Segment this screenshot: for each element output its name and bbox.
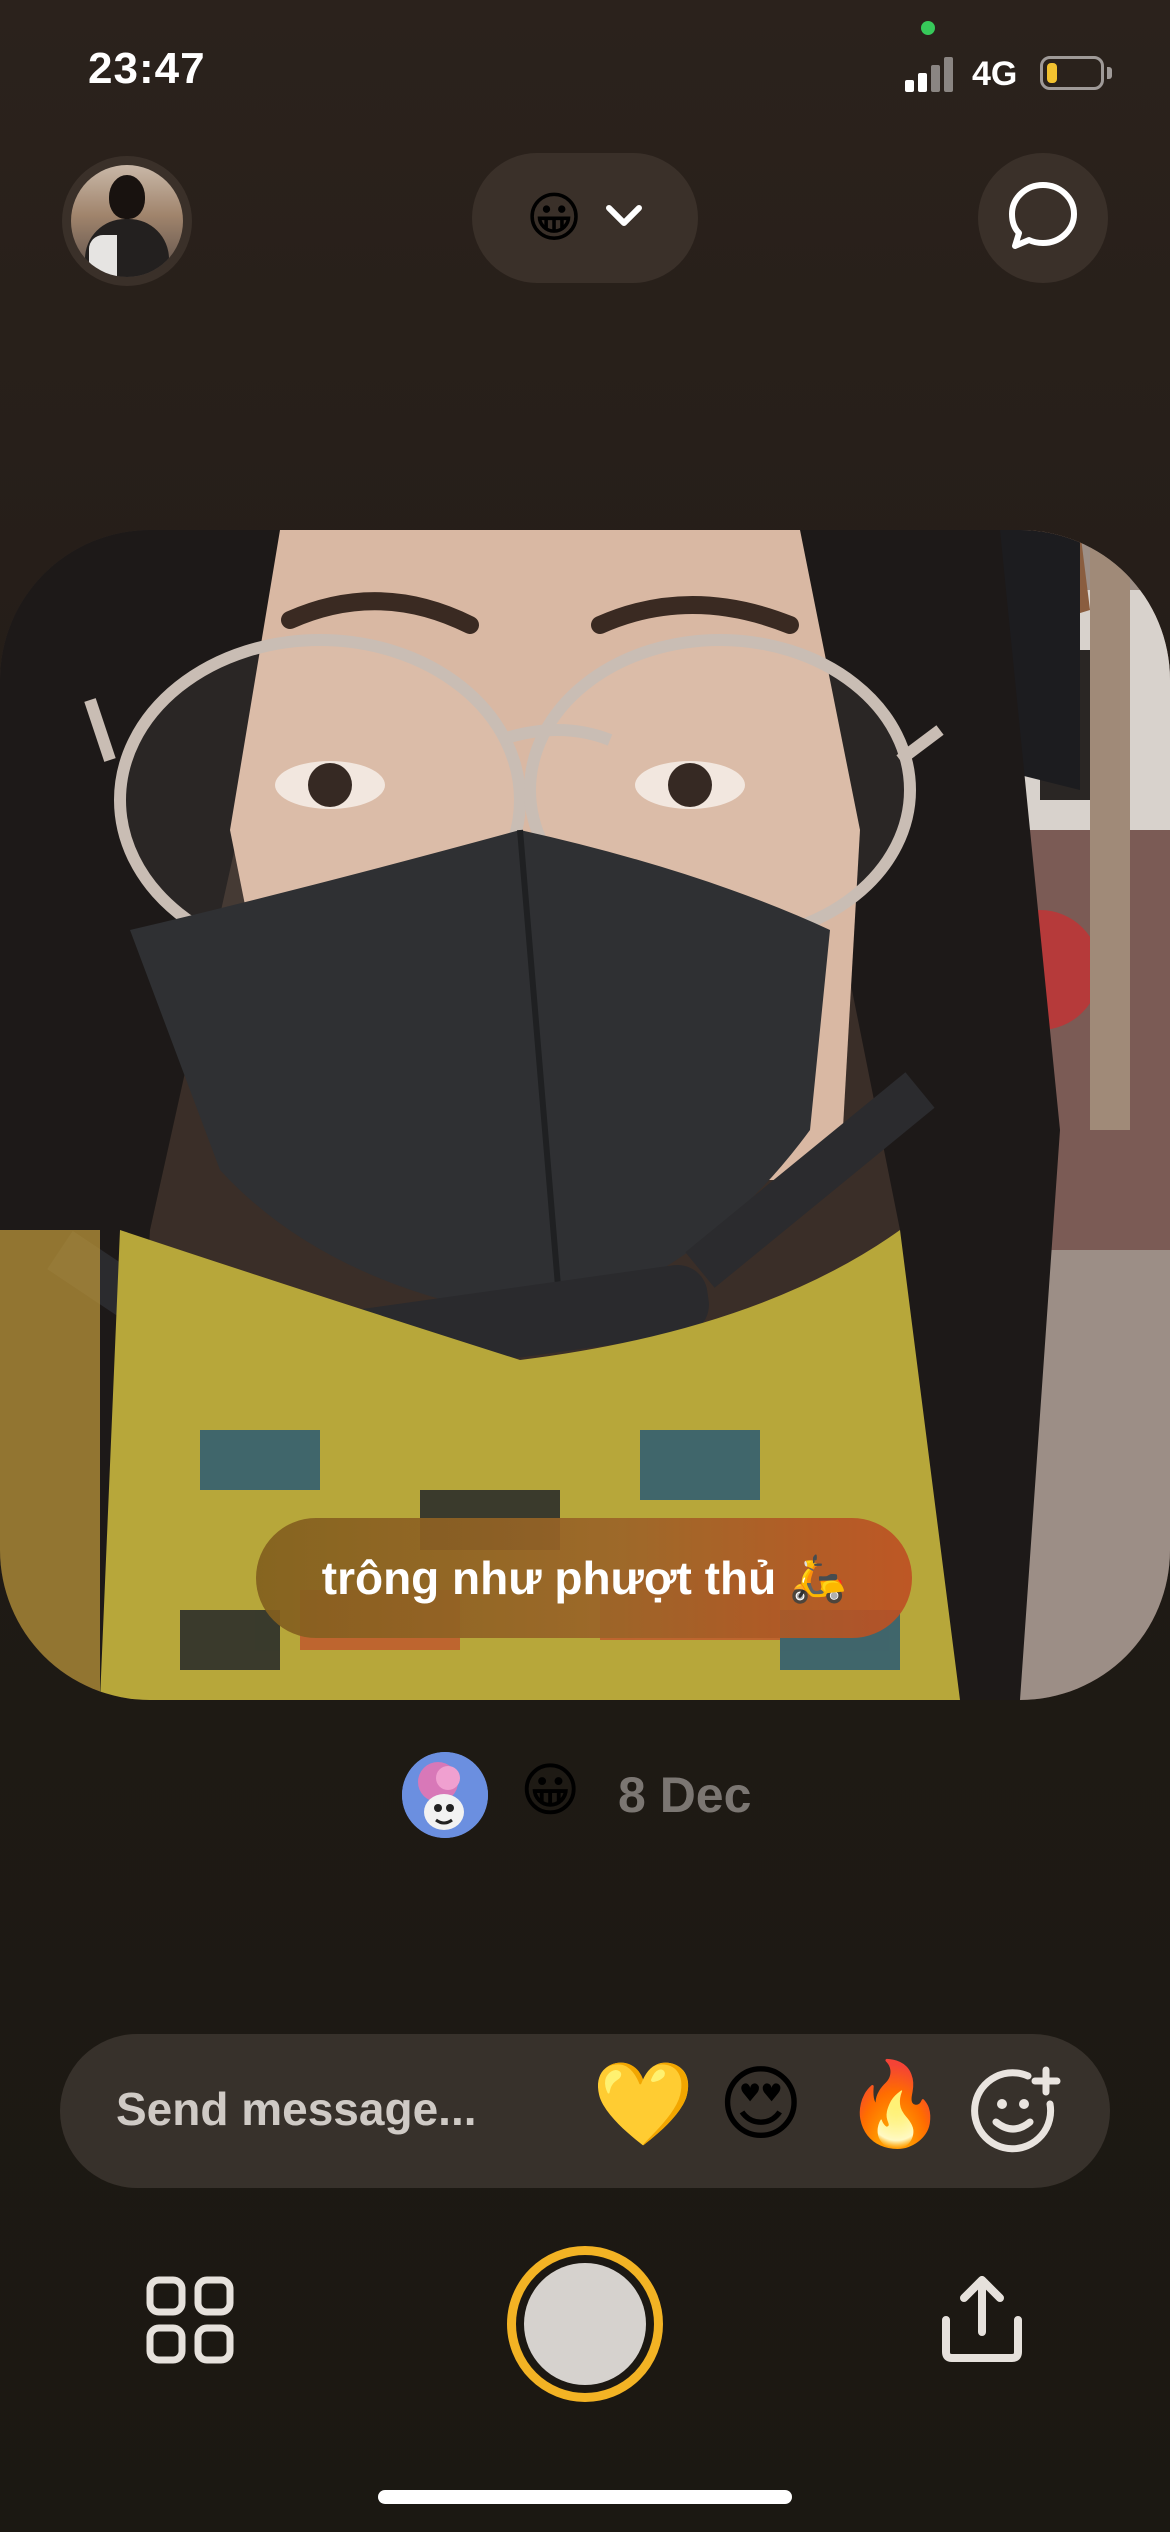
message-bar: Send message... 💛 😍 🔥 [60,2034,1110,2188]
quick-reaction-fire[interactable]: 🔥 [844,2064,946,2146]
message-input[interactable]: Send message... [116,2082,477,2136]
signal-icon [905,54,955,92]
post-date: 8 Dec [618,1767,752,1823]
camera-indicator-icon [921,21,935,35]
network-type: 4G [972,55,1018,93]
friend-filter-dropdown[interactable]: 😀 [472,153,698,283]
app-screen: 23:47 4G 😀 trông như phượt thủ 🛵 😀 8 Dec… [0,0,1170,2532]
quick-reaction-heart[interactable]: 💛 [592,2064,694,2146]
profile-avatar-button[interactable] [62,156,192,286]
share-icon[interactable] [934,2270,1030,2366]
chat-bubble-icon [1005,178,1081,259]
reaction-emoji: 😀 [520,1758,581,1823]
shutter-inner [524,2263,646,2385]
home-indicator[interactable] [378,2490,792,2504]
sender-avatar[interactable] [402,1752,488,1838]
sender-avatar-image [402,1752,488,1838]
status-bar: 23:47 4G [0,0,1170,130]
avatar [71,165,183,277]
battery-icon [1040,56,1104,90]
post-caption: trông như phượt thủ 🛵 [256,1518,912,1638]
quick-reaction-heart-eyes[interactable]: 😍 [718,2064,803,2146]
battery-cap [1107,67,1112,79]
grid-icon[interactable] [146,2276,234,2364]
status-time: 23:47 [88,44,206,93]
post-info: 😀 8 Dec [0,1752,1170,1838]
add-reaction-icon[interactable] [968,2064,1062,2158]
filter-emoji: 😀 [525,188,583,248]
shutter-button[interactable] [507,2246,663,2402]
chevron-down-icon [604,203,644,234]
chat-button[interactable] [978,153,1108,283]
battery-level [1047,63,1057,83]
